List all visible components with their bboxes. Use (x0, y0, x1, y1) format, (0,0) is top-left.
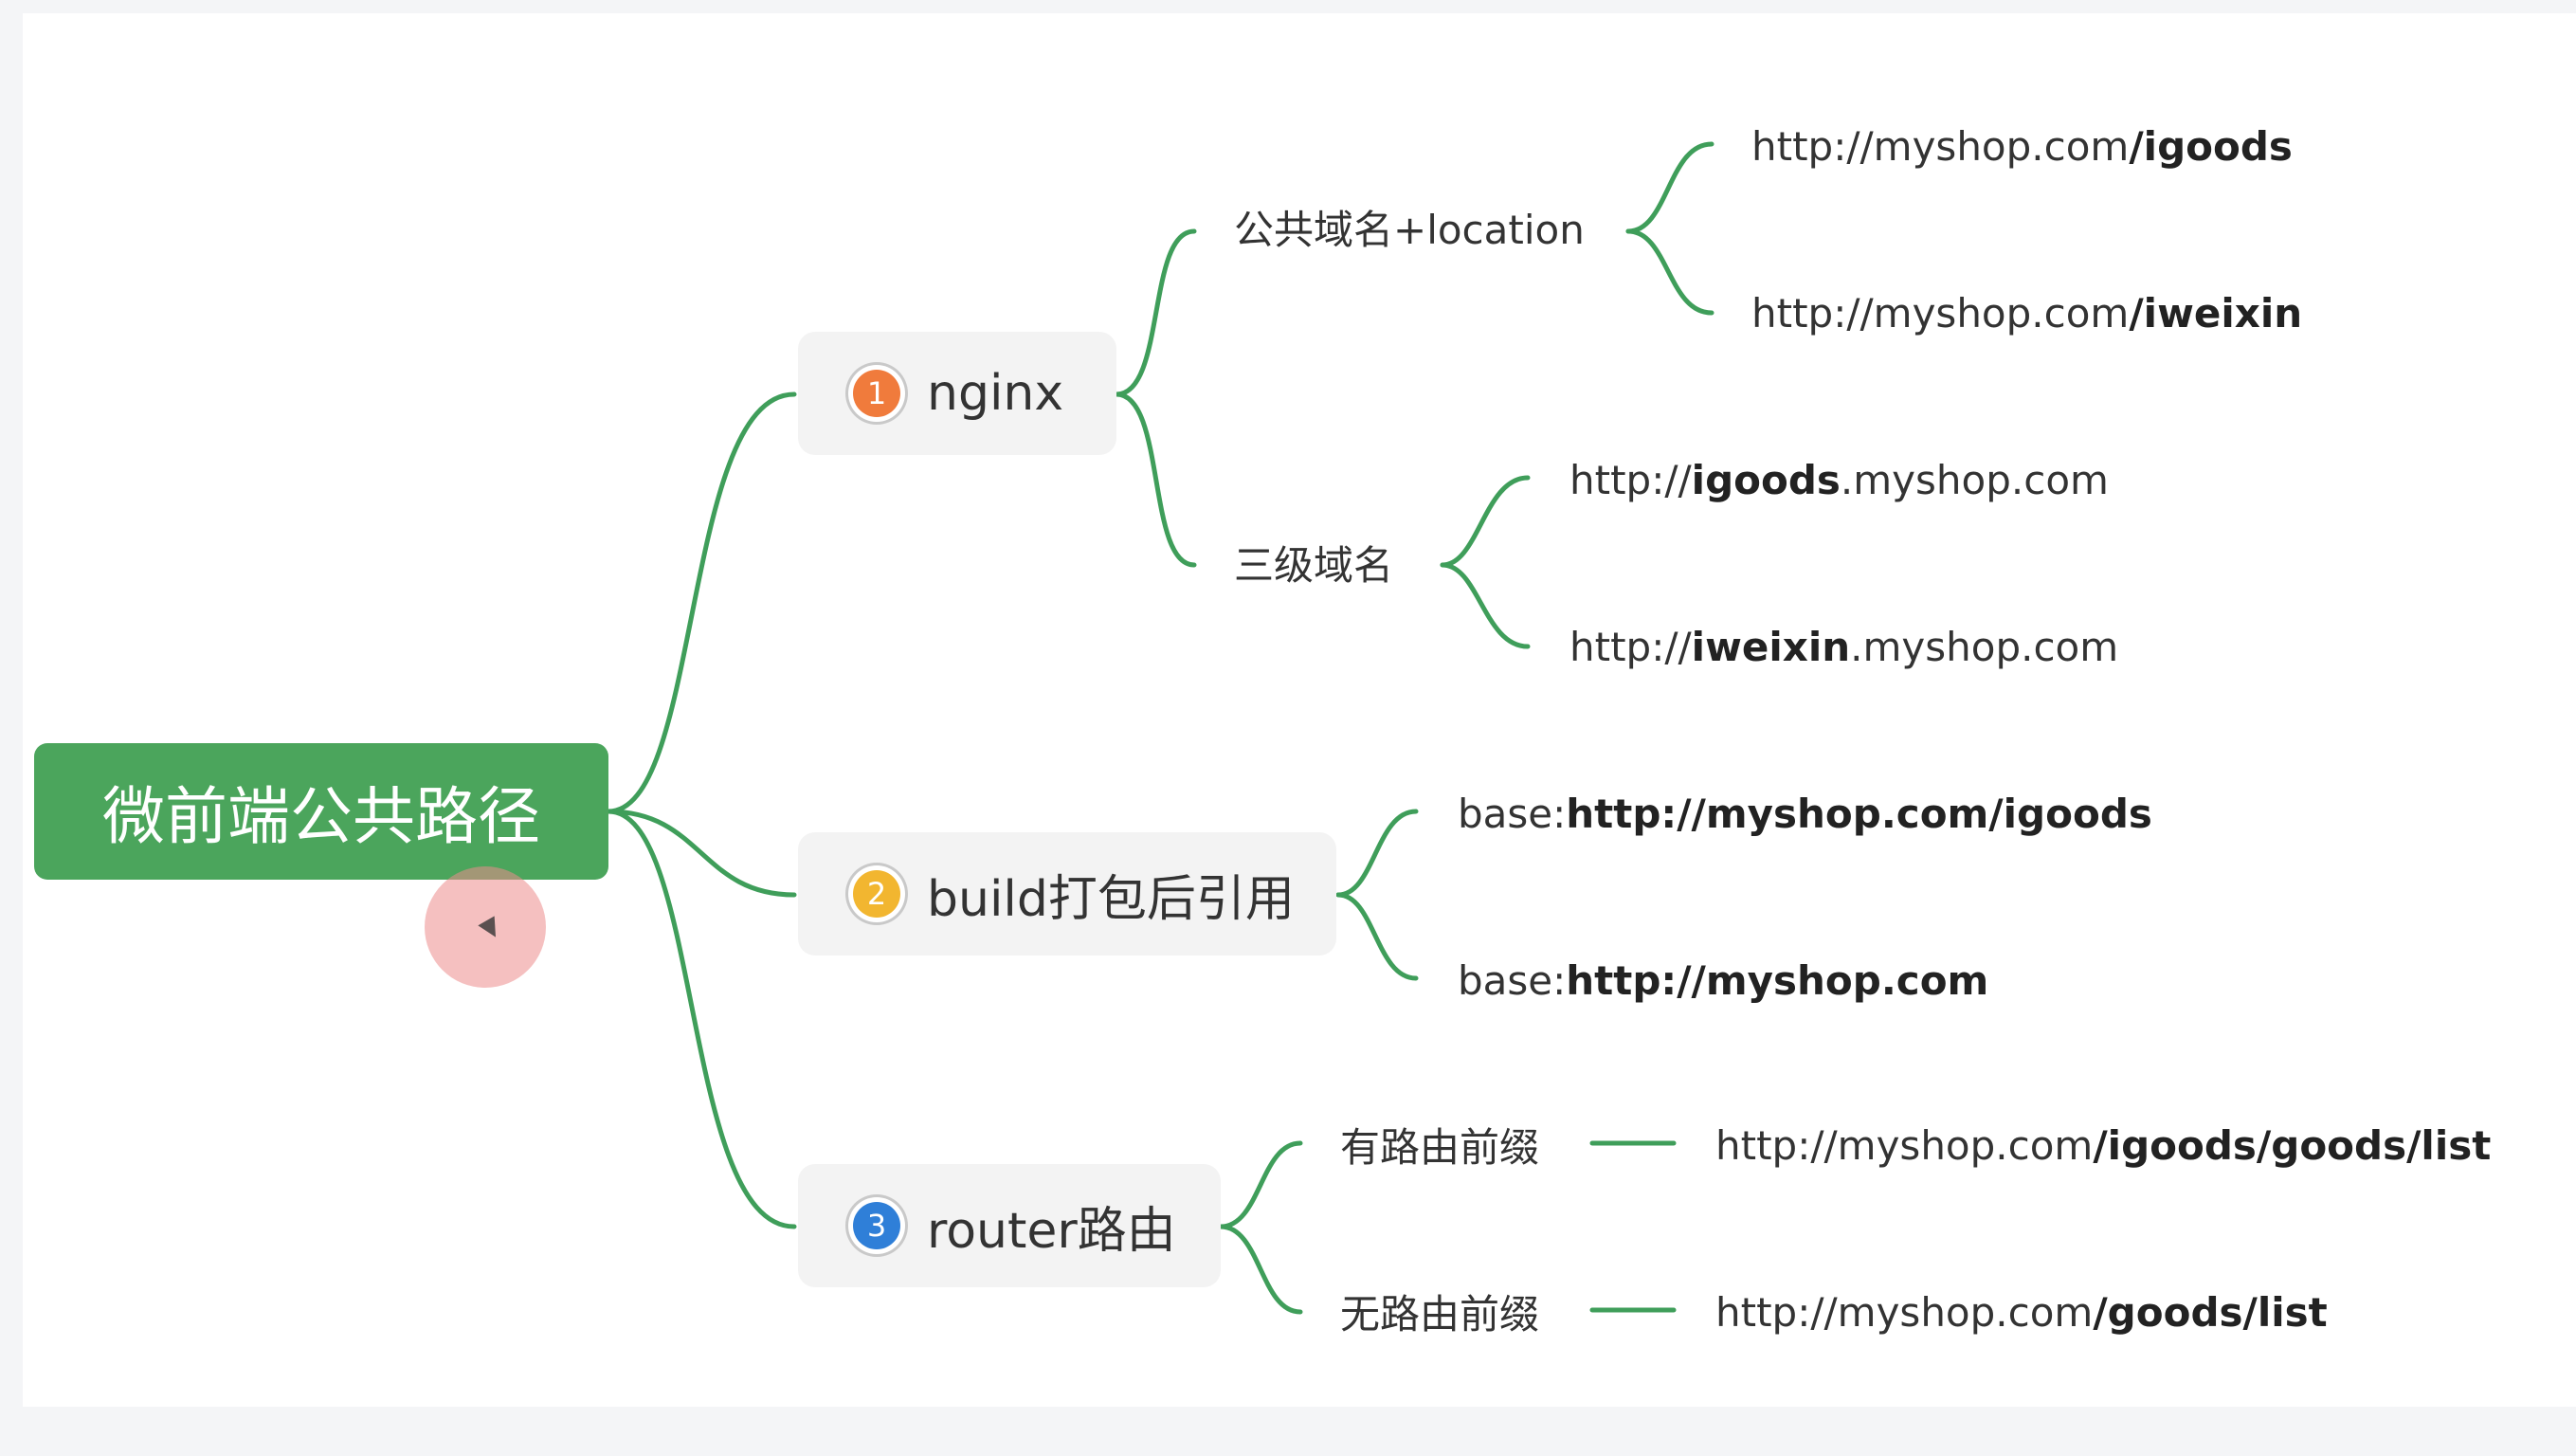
leaf-url[interactable]: http://myshop.com/igoods (1751, 127, 2293, 167)
leaf-url[interactable]: base:http://myshop.com (1458, 961, 1988, 1001)
leaf-url-prefix: base: (1458, 791, 1567, 837)
group-label[interactable]: 公共域名+location (1234, 210, 1585, 250)
leaf-url-bold: http://myshop.com/igoods (1566, 791, 2152, 837)
connector-build-leaf2 (1335, 892, 1419, 981)
connector-group1-leaf2 (1625, 228, 1714, 316)
root-label: 微前端公共路径 (102, 780, 540, 853)
leaf-url-prefix: http://myshop.com (1715, 1289, 2094, 1336)
leaf-url[interactable]: http://iweixin.myshop.com (1569, 628, 2118, 667)
leaf-url-prefix: http:// (1569, 624, 1692, 670)
leaf-url-prefix: http://myshop.com (1715, 1122, 2094, 1169)
leaf-url-bold: /iweixin (2129, 290, 2303, 337)
group-label[interactable]: 三级域名 (1234, 546, 1393, 586)
connector-root-nginx (606, 391, 797, 814)
branch-label: build打包后引用 (927, 870, 1295, 928)
leaf-url[interactable]: http://myshop.com/goods/list (1715, 1293, 2328, 1333)
connector-group2-leaf2 (1440, 562, 1531, 649)
connector-root-router (606, 809, 797, 1229)
number-badge-icon: 3 (853, 1202, 900, 1249)
root-node[interactable]: 微前端公共路径 (34, 743, 608, 880)
group-label[interactable]: 无路由前缀 (1340, 1295, 1539, 1335)
leaf-url-bold: /igoods (2129, 123, 2293, 170)
connector-build-leaf1 (1335, 809, 1419, 898)
leaf-url-suffix: .myshop.com (1850, 624, 2119, 670)
branch-nginx[interactable]: 1 nginx (798, 332, 1116, 455)
leaf-url-bold: http://myshop.com (1566, 957, 1989, 1004)
leaf-url[interactable]: http://myshop.com/igoods/goods/list (1715, 1126, 2491, 1166)
leaf-url-bold: iweixin (1691, 624, 1851, 670)
connector-group2-leaf1 (1440, 475, 1531, 568)
leaf-url-prefix: base: (1458, 957, 1567, 1004)
connector-router-group2 (1218, 1224, 1303, 1315)
leaf-url[interactable]: base:http://myshop.com/igoods (1458, 794, 2152, 834)
leaf-url-bold: igoods (1691, 457, 1841, 503)
leaf-url[interactable]: http://myshop.com/iweixin (1751, 294, 2302, 334)
leaf-url-bold: /goods/list (2093, 1289, 2328, 1336)
leaf-url-prefix: http:// (1569, 457, 1692, 503)
leaf-url-suffix: .myshop.com (1840, 457, 2109, 503)
connector-group1-leaf1 (1625, 141, 1714, 234)
group-label[interactable]: 有路由前缀 (1340, 1128, 1539, 1168)
leaf-url-prefix: http://myshop.com (1751, 290, 2130, 337)
leaf-url-bold: /igoods/goods/list (2093, 1122, 2492, 1169)
number-badge-icon: 1 (853, 370, 900, 417)
number-badge-icon: 2 (853, 870, 900, 918)
connector-router-group1 (1218, 1140, 1303, 1229)
leaf-url[interactable]: http://igoods.myshop.com (1569, 461, 2109, 500)
leaf-url-prefix: http://myshop.com (1751, 123, 2130, 170)
connector-nginx-group2 (1114, 391, 1197, 568)
connector-nginx-group1 (1114, 228, 1197, 397)
branch-label: router路由 (927, 1202, 1176, 1260)
branch-router[interactable]: 3 router路由 (798, 1164, 1221, 1287)
branch-build[interactable]: 2 build打包后引用 (798, 832, 1336, 956)
branch-label: nginx (927, 365, 1064, 422)
